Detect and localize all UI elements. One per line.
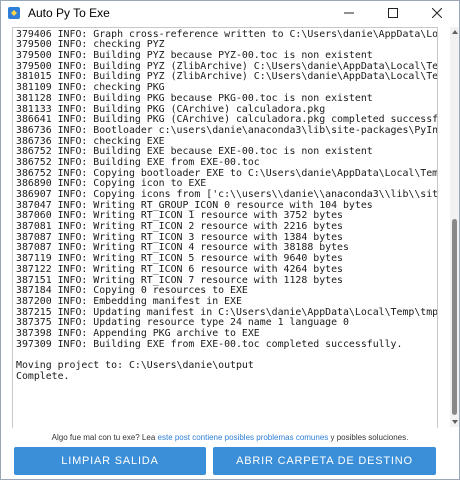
scroll-down-arrow-icon[interactable] [450, 417, 459, 427]
clear-output-button[interactable]: LIMPIAR SALIDA [14, 447, 206, 475]
open-output-folder-button[interactable]: ABRIR CARPETA DE DESTINO [213, 447, 436, 475]
maximize-button[interactable] [371, 1, 415, 25]
console-line: Moving project to: C:\Users\danie\output [16, 360, 254, 371]
vertical-scrollbar[interactable] [450, 27, 459, 427]
scroll-up-arrow-icon[interactable] [450, 27, 459, 37]
app-window: Auto Py To Exe 379222 INFO: Warnings wri… [0, 0, 460, 480]
title-bar[interactable]: Auto Py To Exe [1, 1, 459, 25]
close-icon [432, 8, 442, 18]
minimize-button[interactable] [327, 1, 371, 25]
console-line: 381128 INFO: Building PKG because PKG-00… [16, 92, 373, 104]
console-line: 387122 INFO: Writing RT_ICON 6 resource … [16, 263, 343, 275]
console-line: Complete. [16, 370, 70, 382]
app-logo-icon [7, 6, 21, 20]
scrollbar-thumb[interactable] [452, 219, 457, 415]
close-button[interactable] [415, 1, 459, 25]
console-line: 397309 INFO: Building EXE from EXE-00.to… [16, 338, 403, 350]
help-hint-prefix: Algo fue mal con tu exe? Lea [51, 433, 158, 442]
maximize-icon [388, 8, 398, 18]
minimize-icon [344, 12, 354, 14]
console-line: 386736 INFO: Bootloader c:\users\danie\a… [16, 124, 438, 136]
help-hint-suffix: y posibles soluciones. [328, 433, 409, 442]
help-post-link[interactable]: este post contiene posibles problemas co… [158, 433, 329, 442]
console-text: 379222 INFO: Warnings written to C:\User… [13, 28, 438, 382]
horizontal-scrollbar[interactable] [12, 428, 448, 431]
help-hint: Algo fue mal con tu exe? Lea este post c… [1, 433, 459, 442]
output-console[interactable]: 379222 INFO: Warnings written to C:\User… [12, 27, 438, 429]
window-title: Auto Py To Exe [28, 6, 110, 20]
console-line: 387200 INFO: Embedding manifest in EXE [16, 295, 242, 307]
